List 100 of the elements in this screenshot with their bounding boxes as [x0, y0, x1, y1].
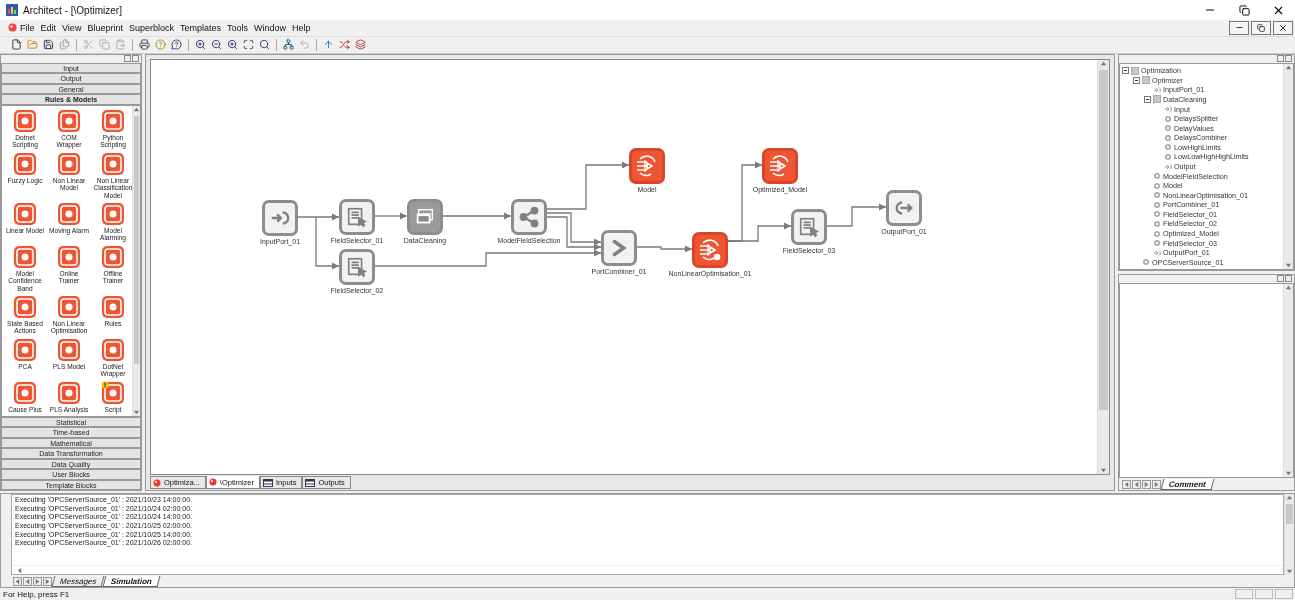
menu-item[interactable]: Edit — [37, 23, 60, 33]
block-node[interactable] — [601, 229, 637, 266]
block-node[interactable] — [762, 147, 798, 184]
zoom-out-button[interactable] — [210, 38, 223, 52]
open-folder-icon — [27, 39, 38, 51]
minimize-button[interactable] — [1229, 21, 1249, 35]
print-icon — [139, 39, 150, 51]
collapse-button[interactable] — [1122, 67, 1129, 75]
collapse-button[interactable] — [1144, 95, 1151, 103]
block-node[interactable] — [886, 189, 922, 226]
zoom-in-button[interactable] — [194, 38, 207, 52]
menu-item[interactable]: Superblock — [125, 23, 177, 33]
next-button[interactable] — [33, 576, 42, 586]
scroll-down-icon — [133, 408, 140, 416]
zoom-select-icon — [227, 39, 238, 51]
search-button[interactable] — [258, 38, 271, 52]
block-node[interactable] — [339, 248, 375, 285]
menu-item[interactable]: Tools — [224, 23, 251, 33]
log-tab[interactable]: Simulation — [103, 575, 161, 587]
save-icon — [43, 39, 54, 51]
close-icon — [1278, 23, 1288, 33]
first-button[interactable] — [1122, 479, 1131, 489]
block-icon — [13, 380, 37, 405]
scroll-thumb[interactable] — [1285, 504, 1294, 525]
network-icon — [283, 39, 294, 51]
cut-icon — [83, 39, 94, 51]
menu-item[interactable]: Window — [251, 23, 289, 33]
status-pane — [1235, 589, 1253, 599]
scroll-down-icon — [1285, 261, 1292, 269]
port-icon — [1153, 85, 1161, 94]
zoom-select-button[interactable] — [226, 38, 239, 52]
block-icon — [13, 151, 37, 176]
scroll-up-icon — [133, 105, 140, 113]
scroll-up-icon — [1285, 63, 1292, 71]
log-tab[interactable]: Messages — [51, 575, 105, 587]
new-file-button[interactable] — [10, 38, 23, 52]
block-node[interactable] — [629, 147, 665, 184]
scroll-up-icon — [1100, 59, 1107, 67]
panel-tab[interactable]: Comment — [1160, 478, 1215, 490]
menu-item[interactable]: Templates — [176, 23, 224, 33]
pin-button[interactable] — [124, 54, 131, 62]
scroll-thumb[interactable] — [1099, 69, 1108, 410]
pin-button[interactable] — [1277, 274, 1284, 282]
block-icon — [57, 201, 81, 226]
scrollbar[interactable] — [1097, 59, 1109, 475]
scrollbar[interactable] — [1284, 494, 1294, 575]
close-button[interactable] — [1273, 21, 1293, 35]
last-button[interactable] — [43, 576, 52, 586]
menu-item[interactable]: File — [17, 23, 38, 33]
block-icon — [57, 295, 81, 319]
context-help-button[interactable] — [170, 38, 183, 52]
menu-item[interactable]: Blueprint — [84, 23, 126, 33]
save-button[interactable] — [42, 38, 55, 52]
list-cursor-icon — [346, 205, 368, 228]
share-icon — [518, 205, 540, 228]
connector-arrow — [442, 212, 512, 220]
block-icon — [13, 337, 37, 362]
copy-icon — [99, 39, 110, 51]
shuffle-icon — [339, 39, 350, 51]
last-button[interactable] — [1152, 479, 1161, 489]
block-icon — [57, 108, 81, 133]
block-node[interactable] — [339, 198, 375, 235]
folder-icon — [1153, 95, 1161, 104]
block-node[interactable] — [791, 208, 827, 245]
shuffle-button[interactable] — [338, 38, 351, 52]
pin-button[interactable] — [1277, 54, 1284, 62]
block-node[interactable] — [407, 198, 443, 235]
scrollbar[interactable] — [1283, 283, 1293, 478]
port-icon — [1164, 105, 1172, 114]
scroll-thumb[interactable] — [133, 115, 140, 364]
fit-button[interactable] — [242, 38, 255, 52]
print-button[interactable] — [138, 38, 151, 52]
network-button[interactable] — [282, 38, 295, 52]
scrollbar[interactable] — [1283, 63, 1293, 269]
scrollbar[interactable] — [132, 105, 140, 416]
diagram-icon — [153, 478, 161, 487]
horizontal-scrollbar[interactable] — [12, 565, 1283, 574]
port-icon — [1164, 162, 1172, 171]
scroll-down-icon — [1286, 568, 1293, 575]
block-node[interactable] — [262, 199, 298, 236]
block-node[interactable] — [692, 231, 728, 268]
next-button[interactable] — [1142, 479, 1151, 489]
undo-icon — [299, 39, 310, 51]
restore-button[interactable] — [1251, 21, 1271, 35]
block-node[interactable] — [511, 198, 547, 235]
arrow-up-icon — [323, 39, 334, 51]
previous-button[interactable] — [1132, 479, 1141, 489]
block-icon — [101, 295, 125, 319]
scroll-down-icon — [1100, 467, 1107, 475]
search-icon — [259, 39, 270, 51]
menu-item[interactable]: View — [59, 23, 85, 33]
previous-button[interactable] — [23, 576, 32, 586]
block-icon — [101, 337, 125, 362]
scroll-up-icon — [1285, 283, 1292, 291]
layers-button[interactable] — [354, 38, 367, 52]
scroll-up-icon — [1286, 494, 1293, 502]
status-pane — [1275, 589, 1293, 599]
first-button[interactable] — [13, 576, 22, 586]
menu-item[interactable]: Help — [289, 23, 314, 33]
collapse-button[interactable] — [1133, 76, 1140, 84]
